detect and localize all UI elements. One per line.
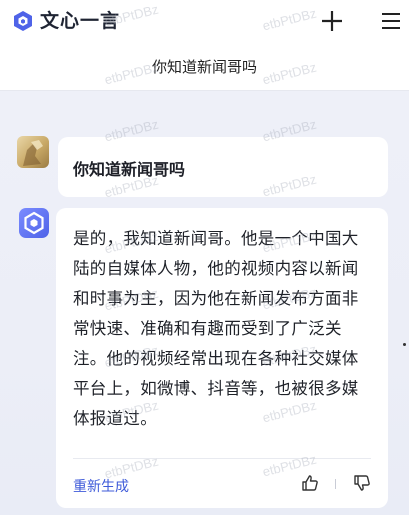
thumbs-up-icon[interactable] — [300, 473, 320, 493]
wenxin-logo-icon — [14, 11, 32, 31]
menu-icon[interactable] — [380, 9, 402, 33]
thumbs-down-icon[interactable] — [352, 473, 372, 493]
regenerate-button[interactable]: 重新生成 — [73, 476, 129, 496]
user-avatar — [17, 136, 49, 168]
bot-message-text: 是的，我知道新闻哥。他是一个中国大陆的自媒体人物，他的视频内容以新闻和时事为主，… — [73, 229, 359, 428]
feedback-separator — [335, 479, 336, 489]
app-brand: 文心一言 — [40, 10, 121, 32]
plus-icon[interactable] — [319, 8, 345, 34]
bot-logo-icon — [24, 211, 44, 235]
user-message-text: 你知道新闻哥吗 — [73, 160, 186, 179]
user-message-bubble: 你知道新闻哥吗 — [58, 137, 388, 197]
app-header: 文心一言 — [0, 0, 409, 44]
bubble-divider — [73, 458, 371, 459]
bot-avatar — [19, 208, 49, 238]
chat-area[interactable]: 你知道新闻哥吗 是的，我知道新闻哥。他是一个中国大陆的自媒体人物，他的视频内容以… — [0, 91, 409, 515]
user-avatar-image — [23, 140, 43, 166]
conversation-title-bar: 你知道新闻哥吗 — [0, 44, 409, 91]
scroll-indicator — [403, 343, 406, 346]
conversation-title: 你知道新闻哥吗 — [151, 58, 257, 76]
bot-message-bubble: 是的，我知道新闻哥。他是一个中国大陆的自媒体人物，他的视频内容以新闻和时事为主，… — [56, 208, 388, 508]
